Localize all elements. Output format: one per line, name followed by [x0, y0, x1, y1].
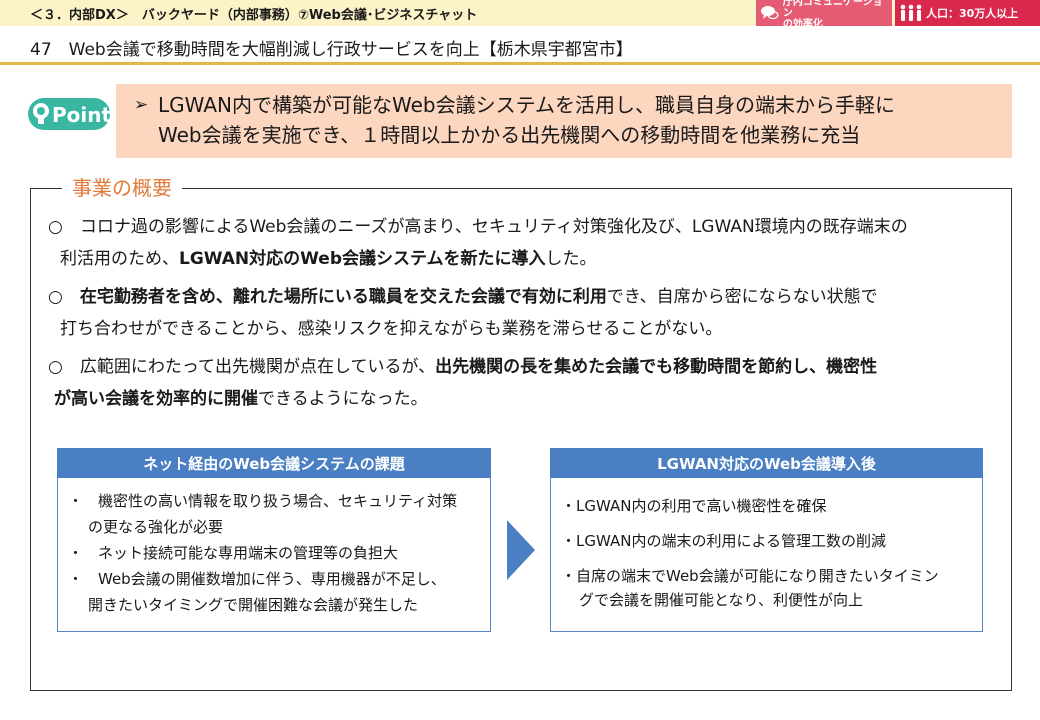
after-box-header: LGWAN対応のWeb会議導入後: [550, 448, 983, 478]
chat-bubbles-icon: [760, 6, 779, 20]
after-item: ・自席の端末でWeb会議が可能になり開きたいタイミン: [561, 567, 939, 585]
chevron-right-arrow-icon: [507, 520, 535, 580]
after-item: グで会議を開催可能となり、利便性が向上: [579, 591, 863, 609]
overview-paragraph-1: ○ コロナ過の影響によるWeb会議のニーズが高まり、セキュリティ対策強化及び、L…: [48, 217, 908, 269]
overview-paragraph-2: ○ 在宅勤務者を含め、離れた場所にいる職員を交えた会議で有効に利用でき、自席から…: [48, 287, 878, 339]
population-tag: 人口：30万人以上: [895, 0, 1040, 26]
before-item: ・ Web会議の開催数増加に伴う、専用機器が不足し、: [68, 570, 446, 588]
after-item: ・LGWAN内の端末の利用による管理工数の削減: [561, 532, 887, 550]
category-tag: 庁内コミュニケーション の効率化: [756, 0, 892, 30]
before-item: の更なる強化が必要: [88, 518, 224, 536]
before-box-header: ネット経由のWeb会議システムの課題: [57, 448, 491, 478]
before-item: ・ 機密性の高い情報を取り扱う場合、セキュリティ対策: [68, 492, 458, 510]
point-line-2: Web会議を実施でき、１時間以上かかる出先機関への移動時間を他業務に充当: [158, 123, 861, 147]
before-item: ・ ネット接続可能な専用端末の管理等の負担大: [68, 544, 399, 562]
after-box: ・LGWAN内の利用で高い機密性を確保 ・LGWAN内の端末の利用による管理工数…: [550, 478, 983, 632]
before-box: ・ 機密性の高い情報を取り扱う場合、セキュリティ対策 の更なる強化が必要 ・ ネ…: [57, 478, 491, 632]
point-arrow-icon: ➢: [134, 95, 149, 115]
overview-title: 事業の概要: [62, 172, 182, 201]
point-line-1: ➢ LGWAN内で構築が可能なWeb会議システムを活用し、職員自身の端末から手軽…: [134, 90, 996, 120]
point-summary-box: ➢ LGWAN内で構築が可能なWeb会議システムを活用し、職員自身の端末から手軽…: [116, 84, 1012, 158]
point-logo-text: Point: [52, 103, 111, 127]
point-logo-icon: Point: [28, 98, 111, 130]
section-label: ＜３．内部DX＞ バックヤード（内部事務）⑦Web会議･ビジネスチャット: [30, 8, 478, 23]
case-title: 47 Web会議で移動時間を大幅削減し行政サービスを向上【栃木県宇都宮市】: [30, 40, 633, 60]
category-tag-text: 庁内コミュニケーション の効率化: [782, 0, 883, 30]
overview-paragraph-3: ○ 広範囲にわたって出先機関が点在しているが、出先機関の長を集めた会議でも移動時…: [48, 357, 878, 409]
population-tag-text: 人口：30万人以上: [926, 7, 1019, 20]
people-icon: [900, 4, 922, 21]
before-item: 開きたいタイミングで開催困難な会議が発生した: [88, 596, 419, 614]
after-item: ・LGWAN内の利用で高い機密性を確保: [561, 497, 827, 515]
title-divider: [0, 62, 1040, 65]
